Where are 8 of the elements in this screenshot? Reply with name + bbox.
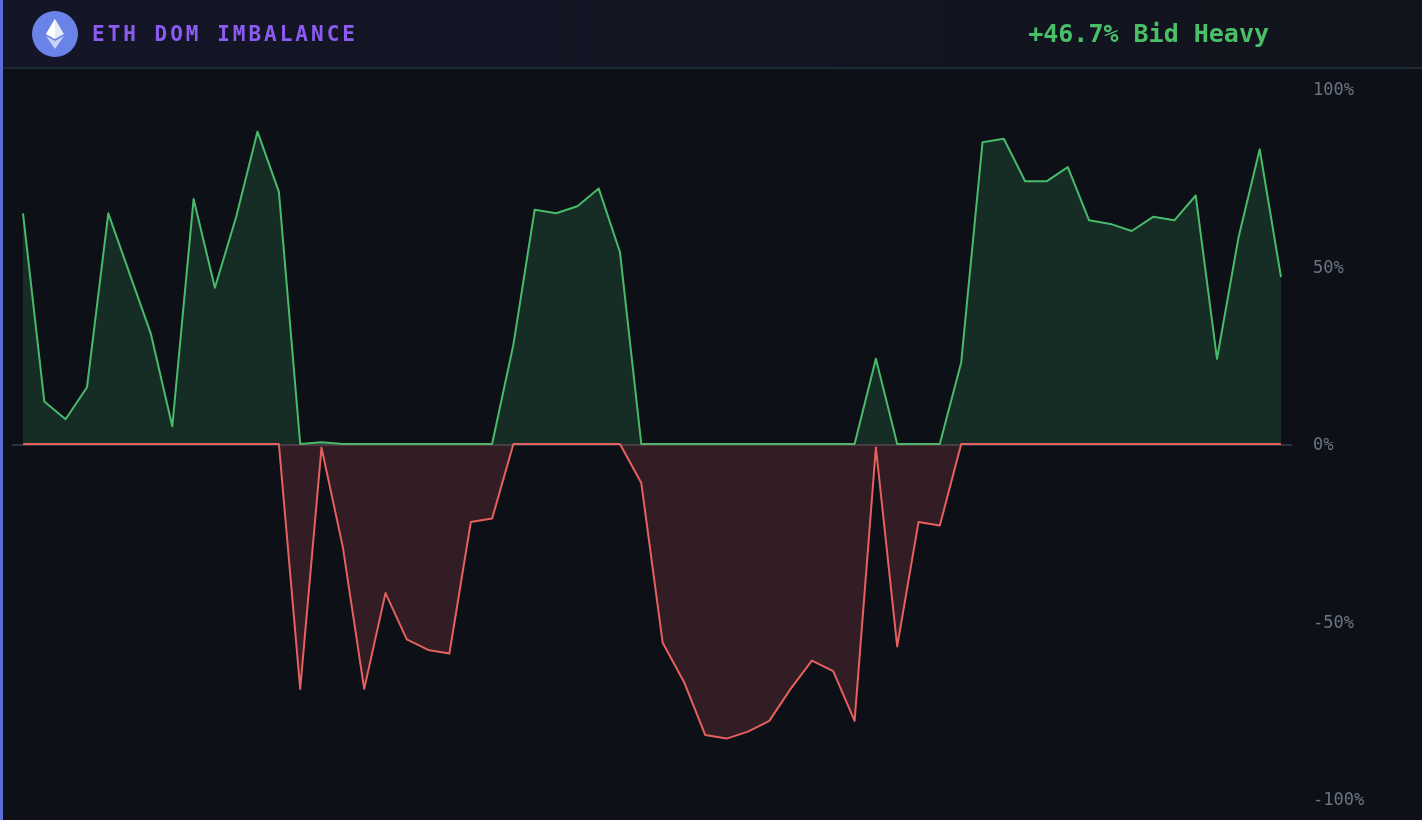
ethereum-icon bbox=[32, 10, 78, 57]
axis-label: 0% bbox=[1313, 434, 1334, 454]
axis-label: -100% bbox=[1313, 789, 1365, 809]
axis-label: 50% bbox=[1313, 256, 1344, 277]
axis-label: 100% bbox=[1313, 79, 1354, 99]
chart-title: ETH DOM IMBALANCE bbox=[92, 21, 358, 46]
axis-label: -50% bbox=[1313, 611, 1354, 632]
imbalance-reading: +46.7% Bid Heavy bbox=[1028, 19, 1269, 48]
